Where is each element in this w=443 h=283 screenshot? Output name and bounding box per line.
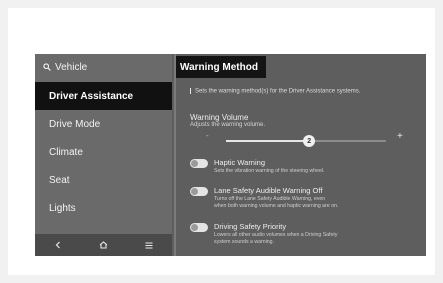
option-description-line: Lowers all other audio volumes when a Dr… (214, 232, 338, 238)
option-title: Haptic Warning (214, 158, 265, 167)
option-description-line: Sets the vibration warning of the steeri… (214, 168, 325, 174)
content-panel: Warning Method Sets the warning method(s… (176, 54, 426, 256)
option-description: Lowers all other audio volumes when a Dr… (214, 232, 337, 245)
sidebar-item-seat[interactable]: Seat (35, 166, 172, 194)
vehicle-back-button[interactable]: Vehicle (43, 60, 87, 74)
sidebar-menu: Driver Assistance Drive Mode Climate Sea… (35, 82, 172, 222)
sidebar-item-lights[interactable]: Lights (35, 194, 172, 222)
info-label: Sets the warning method(s) for the Drive… (195, 88, 361, 95)
screenshot-frame: Vehicle Driver Assistance Drive Mode Cli… (8, 8, 435, 275)
sidebar-item-climate[interactable]: Climate (35, 138, 172, 166)
info-marker-icon (190, 88, 191, 94)
driving-safety-priority-toggle[interactable] (190, 223, 208, 232)
option-title: Driving Safety Priority (214, 222, 287, 231)
volume-decrease-button[interactable]: - (206, 131, 209, 140)
option-description-line: when both warning volume and haptic warn… (214, 202, 339, 209)
sidebar-item-driver-assistance[interactable]: Driver Assistance (35, 82, 172, 110)
warning-volume-title: Warning Volume (190, 113, 249, 122)
search-icon (43, 63, 51, 71)
page-title: Warning Method (176, 56, 266, 78)
menu-icon[interactable] (145, 242, 153, 249)
warning-volume-subtitle: Adjusts the warning volume. (190, 122, 266, 128)
option-description: Turns off the Lane Safety Audible Warnin… (214, 196, 338, 209)
volume-slider[interactable]: 2 (226, 135, 386, 147)
bottom-nav-bar (35, 234, 172, 256)
vehicle-label: Vehicle (55, 61, 88, 73)
lane-safety-audible-toggle[interactable] (190, 187, 208, 196)
home-icon[interactable] (99, 241, 108, 249)
infotainment-screen: Vehicle Driver Assistance Drive Mode Cli… (35, 54, 426, 256)
volume-slider-fill (226, 140, 310, 142)
option-description-line: Turns off the Lane Safety Audible Warnin… (214, 196, 326, 202)
back-arrow-icon[interactable] (54, 241, 62, 249)
haptic-warning-toggle[interactable] (190, 159, 208, 168)
option-description-line: system sounds a warning. (214, 238, 274, 245)
option-description: Sets the vibration warning of the steeri… (214, 168, 324, 175)
info-text: Sets the warning method(s) for the Drive… (190, 88, 426, 95)
volume-slider-knob[interactable]: 2 (303, 135, 316, 147)
sidebar-item-drive-mode[interactable]: Drive Mode (35, 110, 172, 138)
option-title: Lane Safety Audible Warning Off (214, 186, 323, 195)
sidebar: Vehicle Driver Assistance Drive Mode Cli… (35, 54, 172, 256)
volume-increase-button[interactable]: + (397, 131, 403, 142)
